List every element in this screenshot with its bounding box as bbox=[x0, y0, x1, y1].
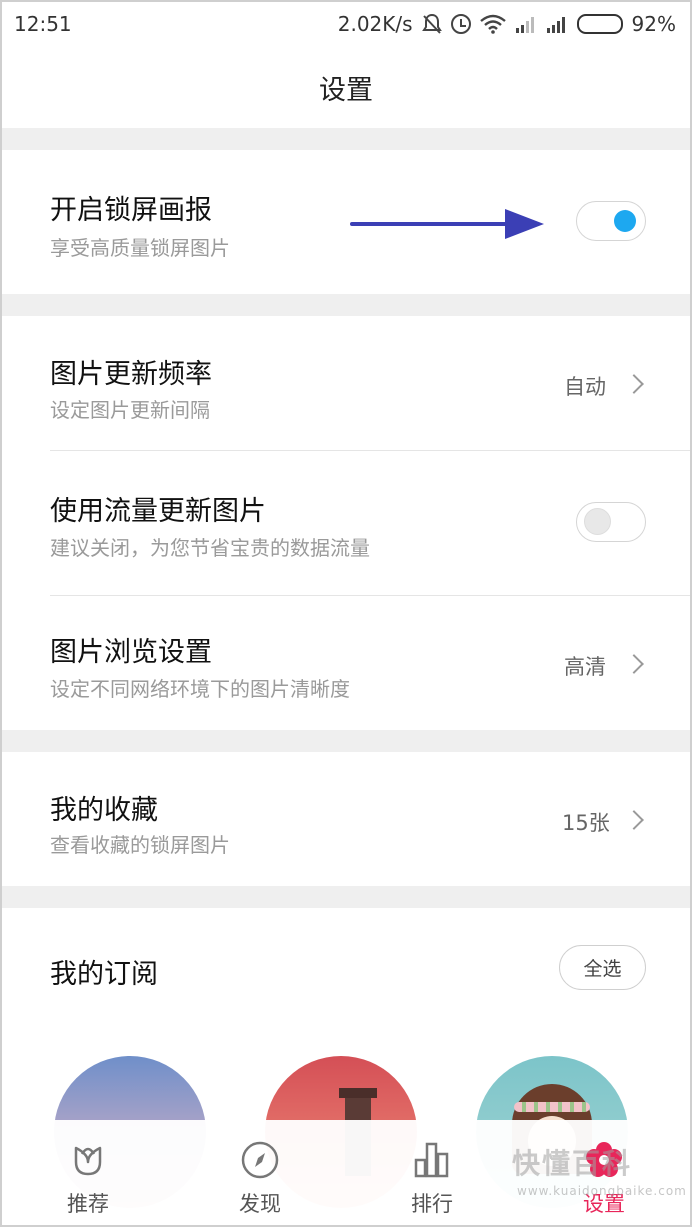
update-frequency-subtitle: 设定图片更新间隔 bbox=[50, 398, 210, 422]
section-gap bbox=[2, 128, 690, 150]
section-gap bbox=[2, 294, 690, 316]
update-frequency-value: 自动 bbox=[564, 375, 606, 399]
watermark-url: www.kuaidongbaike.com bbox=[517, 1184, 687, 1198]
signal-icon-2 bbox=[546, 17, 565, 33]
annotation-arrow-icon bbox=[350, 209, 544, 239]
favorites-subtitle: 查看收藏的锁屏图片 bbox=[50, 833, 230, 857]
wifi-icon bbox=[479, 14, 506, 34]
flower-wreath bbox=[514, 1102, 590, 1112]
subscriptions-title: 我的订阅 bbox=[50, 959, 158, 990]
browse-settings-value: 高清 bbox=[564, 655, 606, 679]
browse-settings-title: 图片浏览设置 bbox=[50, 637, 212, 668]
bar-chart-icon bbox=[414, 1142, 449, 1178]
tulip-icon bbox=[74, 1146, 102, 1176]
page-title: 设置 bbox=[319, 74, 373, 106]
mobile-data-row[interactable]: 使用流量更新图片 建议关闭，为您节省宝贵的数据流量 bbox=[2, 451, 690, 595]
network-speed: 2.02K/s bbox=[337, 12, 413, 36]
browse-settings-row[interactable]: 图片浏览设置 设定不同网络环境下的图片清晰度 高清 bbox=[2, 596, 690, 730]
status-icons: 2.02K/s 92% bbox=[338, 12, 676, 36]
lockscreen-row[interactable]: 开启锁屏画报 享受高质量锁屏图片 bbox=[2, 150, 690, 294]
chevron-right-icon bbox=[624, 810, 644, 830]
chevron-right-icon bbox=[624, 374, 644, 394]
favorites-row[interactable]: 我的收藏 查看收藏的锁屏图片 15张 bbox=[2, 752, 690, 886]
compass-icon bbox=[241, 1141, 279, 1179]
lockscreen-toggle[interactable] bbox=[576, 201, 646, 241]
nav-tab-recommend[interactable]: 推荐 bbox=[2, 1120, 174, 1225]
lockscreen-subtitle: 享受高质量锁屏图片 bbox=[50, 236, 230, 260]
app-frame: 12:51 2.02K/s 92% 设置 开启锁屏画报 享受高质量锁屏图片 图片… bbox=[0, 0, 692, 1227]
toggle-knob bbox=[614, 210, 636, 232]
favorites-title: 我的收藏 bbox=[50, 795, 158, 826]
section-gap bbox=[2, 886, 690, 908]
update-frequency-row[interactable]: 图片更新频率 设定图片更新间隔 自动 bbox=[2, 316, 690, 450]
battery-percent: 92% bbox=[631, 12, 676, 36]
signal-icon-1 bbox=[515, 17, 534, 33]
page-title-bar: 设置 bbox=[2, 46, 690, 128]
nav-label: 推荐 bbox=[67, 1192, 109, 1216]
nav-label: 发现 bbox=[239, 1192, 281, 1216]
mobile-data-toggle[interactable] bbox=[576, 502, 646, 542]
status-bar: 12:51 2.02K/s 92% bbox=[2, 2, 690, 46]
favorites-value: 15张 bbox=[562, 811, 610, 835]
update-frequency-title: 图片更新频率 bbox=[50, 359, 212, 390]
lockscreen-title: 开启锁屏画报 bbox=[50, 195, 212, 226]
toggle-knob bbox=[584, 508, 611, 535]
alarm-icon bbox=[450, 14, 471, 34]
mobile-data-title: 使用流量更新图片 bbox=[50, 496, 266, 527]
mobile-data-subtitle: 建议关闭，为您节省宝贵的数据流量 bbox=[50, 536, 370, 560]
nav-label: 排行 bbox=[411, 1192, 453, 1216]
select-all-button[interactable]: 全选 bbox=[559, 945, 646, 990]
watermark: 快懂百科 bbox=[512, 1147, 633, 1180]
browse-settings-subtitle: 设定不同网络环境下的图片清晰度 bbox=[50, 677, 350, 701]
battery-icon bbox=[576, 14, 623, 34]
mute-bell-icon bbox=[421, 13, 442, 34]
status-time: 12:51 bbox=[14, 12, 72, 36]
chevron-right-icon bbox=[624, 654, 644, 674]
nav-tab-discover[interactable]: 发现 bbox=[174, 1120, 346, 1225]
nav-tab-ranking[interactable]: 排行 bbox=[346, 1120, 518, 1225]
section-gap bbox=[2, 730, 690, 752]
